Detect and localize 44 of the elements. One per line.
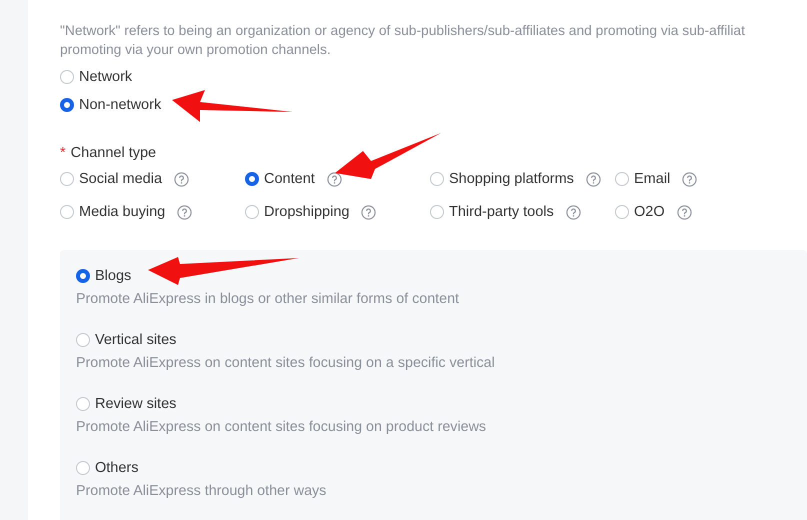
option-description: Promote AliExpress in blogs or other similar forms of content [76,291,460,307]
option-label: Content [264,171,315,187]
radio-button[interactable] [60,172,74,186]
option-label: Third-party tools [449,204,554,220]
option-label: Dropshipping [264,204,350,220]
option-description: Promote AliExpress through other ways [76,483,328,499]
option-label: Vertical sites [95,332,176,348]
option-label: Non-network [79,97,162,113]
radio-button[interactable] [76,461,90,475]
help-icon[interactable] [177,204,192,220]
radio-button[interactable] [430,172,444,186]
option-label: Media buying [79,204,166,220]
radio-button[interactable] [615,172,629,186]
option-label: Shopping platforms [449,171,574,187]
radio-button[interactable] [76,333,90,347]
option-label: Others [95,460,139,476]
radio-button[interactable] [430,205,444,219]
hint-text: promoting via your own promotion channels. [60,41,332,59]
help-icon[interactable] [586,172,601,186]
option-description: Promote AliExpress on content sites focusing on a specific vertical [76,355,496,371]
help-icon[interactable] [566,204,581,220]
option-label: Network [79,69,132,85]
radio-button[interactable] [615,205,629,219]
help-icon[interactable] [174,172,190,186]
option-label: Email [634,171,670,187]
option-label: O2O [634,204,665,220]
help-icon[interactable] [326,172,342,186]
option-label: Blogs [95,268,132,284]
option-label: Review sites [95,396,176,412]
field-label: Channel type [70,145,156,161]
radio-button[interactable] [76,397,90,411]
help-icon[interactable] [676,204,692,220]
option-label: Social media [79,171,162,187]
radio-button[interactable] [245,172,259,186]
radio-button[interactable] [60,70,74,84]
radio-button[interactable] [76,269,90,283]
help-icon[interactable] [682,172,698,186]
option-description: Promote AliExpress on content sites focusing on product reviews [76,419,488,435]
hint-text: "Network" refers to being an organization or agency of sub-publishers/sub-affiliates and promoting via sub-affiliat [60,22,746,40]
radio-button[interactable] [60,205,74,219]
radio-button[interactable] [60,98,74,112]
required-mark: * [60,145,66,161]
help-icon[interactable] [361,204,376,220]
radio-button[interactable] [245,205,259,219]
